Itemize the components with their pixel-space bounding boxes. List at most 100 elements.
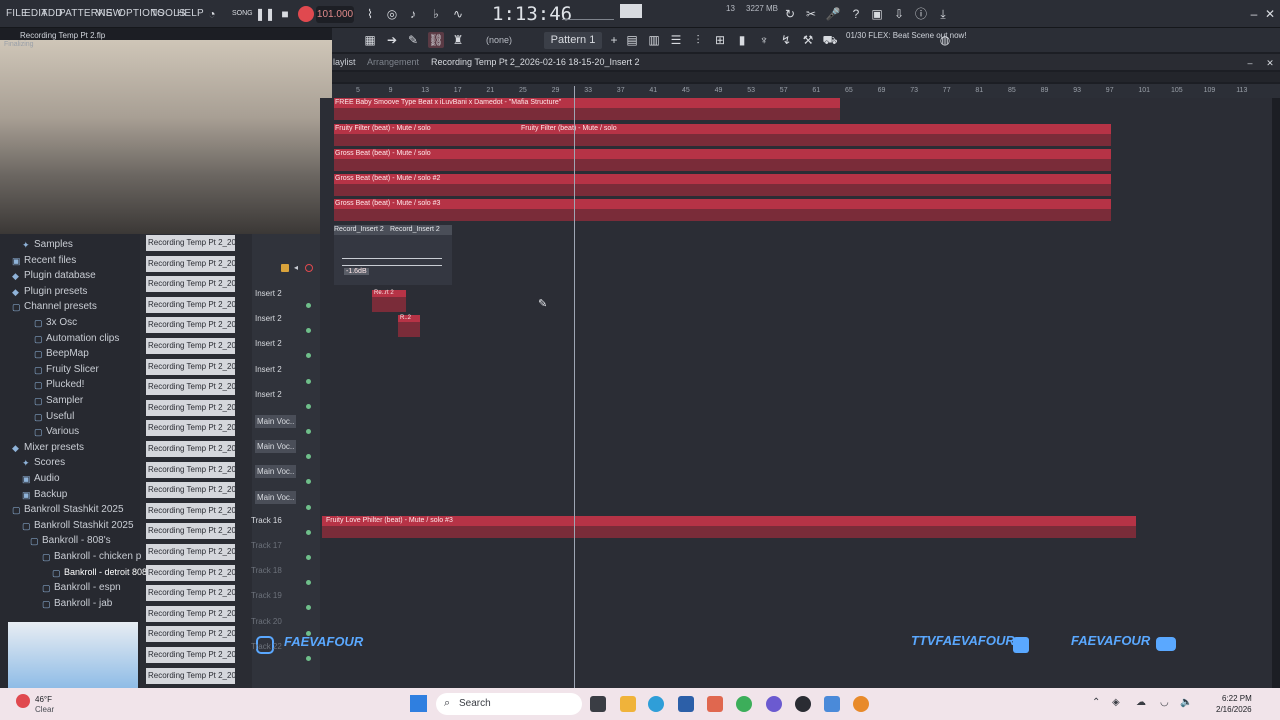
mic-icon[interactable]: 🎤 (825, 6, 841, 22)
browser-item[interactable]: Scores (34, 457, 65, 468)
recording-item[interactable]: Recording Temp Pt 2_202... (146, 235, 235, 251)
cut-icon[interactable]: ✂ (803, 6, 819, 22)
recording-item[interactable]: Recording Temp Pt 2_202... (146, 647, 235, 663)
clock-date[interactable]: 2/16/2026 (1216, 705, 1252, 714)
clock-time[interactable]: 6:22 PM (1222, 694, 1252, 703)
pause-icon[interactable]: ❚❚ (255, 6, 275, 22)
volume-icon[interactable]: 🔈 (1180, 697, 1192, 708)
browser-item[interactable]: Bankroll - detroit 808 (64, 567, 147, 577)
browser-item[interactable]: Plugin presets (24, 286, 87, 297)
undo-icon[interactable]: ↻ (782, 6, 798, 22)
clip-gross-beat-2[interactable] (334, 174, 1111, 196)
tempo-display[interactable]: 101.000 (316, 6, 354, 23)
recording-item[interactable]: Recording Temp Pt 2_202... (146, 276, 235, 293)
step-icon[interactable]: ♪ (405, 6, 421, 22)
link-icon[interactable]: ⛓ (428, 32, 444, 48)
browser-item[interactable]: Mixer presets (24, 442, 84, 453)
playhead[interactable] (574, 86, 575, 688)
recording-item[interactable]: Recording Temp Pt 2_202... (146, 461, 235, 478)
track-name[interactable]: Track 20 (251, 617, 282, 626)
track-name[interactable]: Main Voc.. (255, 465, 297, 479)
tool-icon[interactable]: ⚒ (800, 32, 816, 48)
track-name[interactable]: Track 18 (251, 566, 282, 575)
save-icon[interactable]: ▣ (869, 6, 885, 22)
recording-item[interactable]: Recording Temp Pt 2_202... (146, 338, 235, 354)
recording-item[interactable]: Recording Temp Pt 2_202... (146, 544, 235, 560)
browser-item[interactable]: Bankroll - chicken p (54, 551, 141, 562)
browser-item[interactable]: Bankroll - espn (54, 582, 121, 593)
recording-item[interactable]: Recording Temp Pt 2_202... (146, 441, 235, 457)
plugin-icon[interactable]: ▮ (734, 32, 750, 48)
export-icon[interactable]: ⇩ (891, 6, 907, 22)
task-view-icon[interactable] (590, 696, 606, 712)
wave-icon[interactable]: ⌇ (362, 6, 378, 22)
taskbar-search[interactable] (436, 693, 582, 715)
track-name[interactable]: Insert 2 (255, 365, 282, 374)
track-enable-led[interactable] (306, 403, 311, 409)
chrome-icon[interactable] (736, 696, 752, 712)
paint-icon[interactable]: ✎ (405, 32, 421, 48)
close-icon[interactable]: ✕ (1262, 55, 1278, 71)
track-name[interactable]: Main Voc.. (255, 415, 297, 428)
piano-roll-icon[interactable]: ▦ (362, 32, 378, 48)
recording-item[interactable]: Recording Temp Pt 2_202... (146, 296, 235, 313)
metronome-icon[interactable]: ◔ (204, 6, 220, 22)
playlist-overview[interactable] (332, 72, 1280, 82)
record-clip-group[interactable] (334, 225, 452, 285)
close-icon[interactable]: ✕ (1262, 6, 1278, 22)
clip-source-selector[interactable]: (none) (486, 35, 512, 45)
browser-item[interactable]: Useful (46, 411, 74, 422)
obs-icon[interactable] (795, 696, 811, 712)
loop-icon[interactable]: ◎ (384, 6, 400, 22)
speaker-icon[interactable]: ◂ (294, 263, 298, 272)
browser-item[interactable]: Bankroll Stashkit 2025 (34, 520, 134, 531)
browser-item[interactable]: Samples (34, 239, 73, 250)
minimize-icon[interactable]: – (1246, 6, 1262, 22)
store-icon[interactable] (678, 696, 694, 712)
track-name[interactable]: Insert 2 (255, 390, 282, 399)
track-enable-led[interactable] (306, 555, 311, 560)
tray-cloud-icon[interactable]: ☁ (1136, 697, 1146, 708)
track-icon[interactable] (281, 264, 289, 272)
recording-item[interactable]: Recording Temp Pt 2_202... (146, 605, 235, 622)
file-explorer-icon[interactable] (620, 696, 636, 712)
recording-item[interactable]: Recording Temp Pt 2_202... (146, 667, 235, 684)
minimize-icon[interactable]: – (1242, 55, 1258, 71)
track-enable-led[interactable] (306, 429, 311, 434)
app-icon[interactable] (824, 696, 840, 712)
recording-item[interactable]: Recording Temp Pt 2_202... (146, 564, 235, 581)
discord-icon[interactable] (766, 696, 782, 712)
browser-item[interactable]: BeepMap (46, 348, 89, 359)
tempo-icon[interactable]: ♆ (756, 32, 772, 48)
browser-item[interactable]: Recent files (24, 255, 76, 266)
recording-item[interactable]: Recording Temp Pt 2_202... (146, 358, 235, 375)
track-name[interactable]: Insert 2 (255, 314, 282, 323)
eq-icon[interactable]: ⫶ (690, 32, 706, 48)
track-name[interactable]: Main Voc.. (255, 490, 297, 504)
record-arm-icon[interactable] (305, 264, 313, 272)
download-icon[interactable]: ⤓ (935, 6, 951, 22)
arrow-right-icon[interactable]: ➔ (384, 32, 400, 48)
clip-gross-beat-3[interactable] (334, 199, 1111, 221)
info-icon[interactable]: ⓘ (913, 6, 929, 22)
browser-item[interactable]: Sampler (46, 395, 83, 406)
track-enable-led[interactable] (306, 655, 311, 661)
browser-item[interactable]: Audio (34, 473, 60, 484)
recording-item[interactable]: Recording Temp Pt 2_202... (146, 255, 235, 272)
tray-chevron-icon[interactable]: ⌃ (1092, 697, 1100, 708)
pattern-selector[interactable]: Pattern 1 (544, 32, 602, 49)
cart-icon[interactable]: ⛟ (822, 32, 838, 48)
track-name[interactable]: Track 17 (251, 541, 282, 550)
browser-item[interactable]: Channel presets (24, 301, 97, 312)
browser-item[interactable]: Plugin database (24, 270, 96, 281)
track-name[interactable]: Main Voc.. (255, 440, 297, 454)
globe-icon[interactable]: ◍ (937, 32, 953, 48)
recording-item[interactable]: Recording Temp Pt 2_202... (146, 523, 235, 540)
menu-help[interactable]: HELP (177, 8, 204, 19)
browser-item[interactable]: Plucked! (46, 379, 84, 390)
browser-item[interactable]: Various (46, 426, 79, 437)
recording-item[interactable]: Recording Temp Pt 2_202... (146, 585, 235, 602)
track-name[interactable]: Insert 2 (255, 339, 282, 348)
track-enable-led[interactable] (306, 630, 311, 636)
track-enable-led[interactable] (306, 303, 311, 308)
